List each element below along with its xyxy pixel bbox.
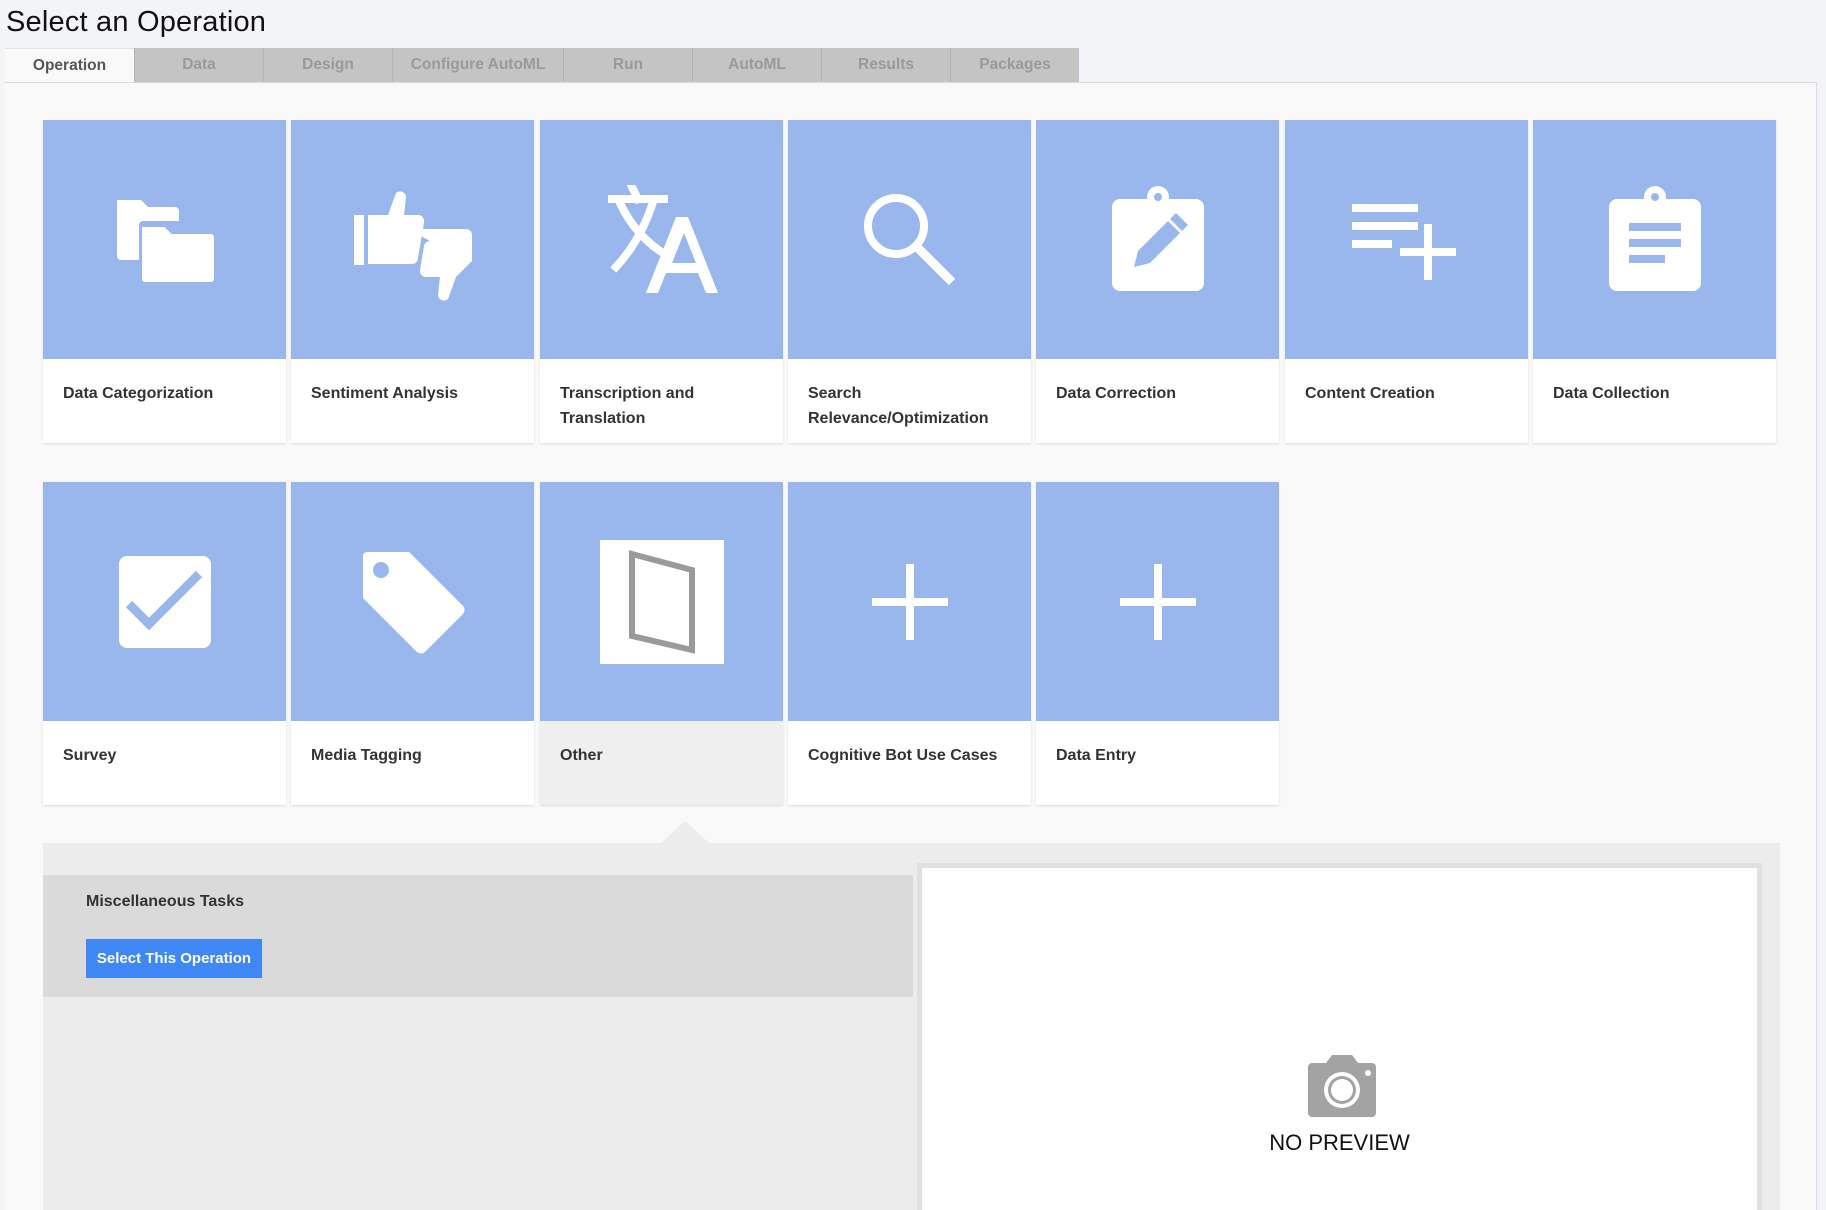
operation-card-media-tagging[interactable]: Media Tagging <box>291 482 534 805</box>
camera-icon <box>1304 1053 1380 1124</box>
tab-configure-automl[interactable]: Configure AutoML <box>392 48 563 82</box>
operation-card-sentiment-analysis[interactable]: Sentiment Analysis <box>291 120 534 443</box>
tab-design[interactable]: Design <box>263 48 392 82</box>
detail-info: Miscellaneous Tasks Select This Operatio… <box>43 875 913 997</box>
operation-card-data-correction[interactable]: Data Correction <box>1036 120 1279 443</box>
operation-card-data-entry[interactable]: Data Entry <box>1036 482 1279 805</box>
thumbs-up-down-icon <box>348 175 478 305</box>
operation-label: Survey <box>63 747 117 764</box>
operation-label: Data Correction <box>1056 385 1177 402</box>
search-icon <box>860 190 960 290</box>
tag-icon <box>359 548 467 656</box>
tab-operation[interactable]: Operation <box>5 48 134 82</box>
operation-label: Data Entry <box>1056 747 1137 764</box>
operation-label: Data Categorization <box>63 385 214 402</box>
no-preview-text: NO PREVIEW <box>1269 1130 1410 1155</box>
tab-results[interactable]: Results <box>821 48 950 82</box>
operation-label: Content Creation <box>1305 385 1435 402</box>
operation-card-data-categorization[interactable]: Data Categorization <box>43 120 286 443</box>
clipboard-list-icon <box>1605 185 1705 295</box>
tab-data[interactable]: Data <box>134 48 263 82</box>
operation-card-content-creation[interactable]: Content Creation <box>1285 120 1528 443</box>
operation-card-other[interactable]: Other <box>540 482 783 805</box>
image-placeholder-icon <box>599 539 724 664</box>
operation-label: Sentiment Analysis <box>311 385 459 402</box>
operation-label: Other <box>560 747 603 764</box>
operations-panel: Data Categorization Sentiment Analysis T… <box>5 82 1817 1210</box>
folders-icon <box>115 190 215 290</box>
playlist-add-icon <box>1351 200 1462 280</box>
tab-automl[interactable]: AutoML <box>692 48 821 82</box>
operation-label: Search Relevance/Optimization <box>808 385 989 427</box>
preview-pane: NO PREVIEW <box>917 863 1762 1210</box>
operation-detail-panel: Miscellaneous Tasks Select This Operatio… <box>43 821 1780 1210</box>
operation-card-cognitive-bot[interactable]: Cognitive Bot Use Cases <box>788 482 1031 805</box>
operation-label: Transcription and Translation <box>560 385 695 427</box>
operation-label: Data Collection <box>1553 385 1670 402</box>
detail-pointer <box>661 821 709 843</box>
operation-card-transcription-and-translation[interactable]: Transcription and Translation <box>540 120 783 443</box>
plus-icon <box>870 562 950 642</box>
detail-operation-name: Miscellaneous Tasks <box>86 893 244 910</box>
operation-card-data-collection[interactable]: Data Collection <box>1533 120 1776 443</box>
operation-label: Cognitive Bot Use Cases <box>808 747 998 764</box>
tab-run[interactable]: Run <box>563 48 692 82</box>
clipboard-edit-icon <box>1108 185 1208 295</box>
select-operation-button[interactable]: Select This Operation <box>86 939 262 978</box>
translate-icon <box>602 184 722 295</box>
operation-card-survey[interactable]: Survey <box>43 482 286 805</box>
plus-icon <box>1118 562 1198 642</box>
checkbox-icon <box>117 554 213 650</box>
tab-bar: Operation Data Design Configure AutoML R… <box>5 48 1079 82</box>
operation-label: Media Tagging <box>311 747 422 764</box>
page-title: Select an Operation <box>6 6 267 38</box>
operation-card-search-relevance[interactable]: Search Relevance/Optimization <box>788 120 1031 443</box>
tab-packages[interactable]: Packages <box>950 48 1079 82</box>
